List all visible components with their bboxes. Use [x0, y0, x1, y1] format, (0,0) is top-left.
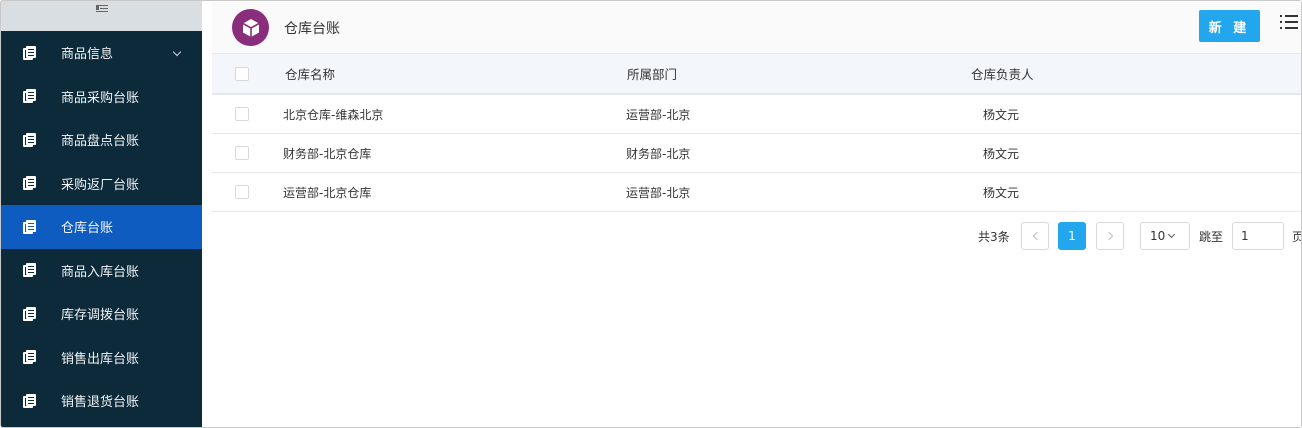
row-checkbox[interactable]: [235, 185, 249, 199]
document-icon: [23, 132, 36, 147]
sidebar-item-sales-return-ledger[interactable]: 销售退货台账: [1, 379, 202, 423]
column-header-manager[interactable]: 仓库负责人: [971, 54, 1034, 93]
sidebar-item-label: 商品盘点台账: [61, 134, 140, 150]
table-row[interactable]: 北京仓库-维森北京 运营部-北京 杨文元: [212, 95, 1301, 134]
table-row[interactable]: 运营部-北京仓库 运营部-北京 杨文元: [212, 173, 1301, 212]
new-button[interactable]: 新 建: [1199, 10, 1260, 42]
cell-manager: 杨文元: [983, 146, 1020, 161]
sidebar-item-label: 商品入库台账: [61, 264, 140, 280]
sidebar-item-label: 商品采购台账: [61, 90, 140, 106]
next-page-button[interactable]: [1096, 222, 1124, 250]
column-header-department[interactable]: 所属部门: [627, 54, 677, 93]
document-icon: [23, 45, 36, 60]
sidebar-item-label: 销售退货台账: [61, 395, 140, 411]
document-icon: [23, 263, 36, 278]
cell-manager: 杨文元: [983, 185, 1020, 200]
sidebar: 商品信息 商品采购台账 商品盘点台账 采购返厂台账 仓库台账 商品入库台账 库存…: [1, 1, 202, 427]
document-icon: [23, 219, 36, 234]
cell-warehouse-name: 运营部-北京仓库: [283, 185, 372, 200]
cell-warehouse-name: 财务部-北京仓库: [283, 146, 372, 161]
main-content: 仓库台账 新 建 仓库名称 所属部门 仓库负责人 北京仓库-维森北京 运营部-北…: [212, 1, 1301, 427]
cell-manager: 杨文元: [983, 107, 1020, 122]
list-view-icon[interactable]: [1280, 15, 1298, 29]
sidebar-item-product-info[interactable]: 商品信息: [1, 31, 202, 75]
sidebar-item-label: 销售出库台账: [61, 351, 140, 367]
warehouse-table: 仓库名称 所属部门 仓库负责人 北京仓库-维森北京 运营部-北京 杨文元 财务部…: [212, 54, 1301, 212]
row-checkbox[interactable]: [235, 146, 249, 160]
document-icon: [23, 393, 36, 408]
select-all-checkbox[interactable]: [235, 66, 249, 81]
page-header: 仓库台账 新 建: [212, 1, 1301, 54]
sidebar-item-outbound-ledger[interactable]: 销售出库台账: [1, 336, 202, 380]
menu-fold-icon[interactable]: [95, 4, 108, 14]
sidebar-item-label: 库存调拨台账: [61, 308, 140, 324]
chevron-down-icon: [1168, 230, 1176, 239]
cell-department: 运营部-北京: [626, 185, 691, 200]
sidebar-collapse-bar[interactable]: [1, 1, 202, 31]
document-icon: [23, 89, 36, 104]
column-header-name[interactable]: 仓库名称: [285, 54, 335, 93]
select-all-cell: [235, 54, 249, 93]
sidebar-item-inbound-ledger[interactable]: 商品入库台账: [1, 249, 202, 293]
document-icon: [23, 350, 36, 365]
sidebar-item-warehouse-ledger[interactable]: 仓库台账: [1, 205, 202, 249]
warehouse-logo-icon: [232, 9, 269, 46]
chevron-right-icon: [1104, 231, 1113, 241]
sidebar-item-return-ledger[interactable]: 采购返厂台账: [1, 162, 202, 206]
pagination: 共3条 1 10 跳至 页: [212, 220, 1301, 252]
total-count: 共3条: [978, 230, 1010, 244]
cell-department: 运营部-北京: [626, 107, 691, 122]
sidebar-item-transfer-ledger[interactable]: 库存调拨台账: [1, 292, 202, 336]
sidebar-item-purchase-ledger[interactable]: 商品采购台账: [1, 75, 202, 119]
jump-page-input[interactable]: [1232, 222, 1284, 250]
table-header: 仓库名称 所属部门 仓库负责人: [212, 54, 1301, 95]
page-button-current[interactable]: 1: [1058, 222, 1086, 250]
sidebar-item-label: 商品信息: [61, 47, 114, 63]
page-title: 仓库台账: [284, 21, 340, 37]
row-checkbox[interactable]: [235, 107, 249, 121]
page-size-select[interactable]: 10: [1140, 222, 1190, 250]
sidebar-item-label: 仓库台账: [61, 221, 114, 237]
app-window: 商品信息 商品采购台账 商品盘点台账 采购返厂台账 仓库台账 商品入库台账 库存…: [0, 0, 1302, 428]
page-size-value: 10: [1150, 229, 1166, 243]
row-select-cell: [235, 173, 249, 211]
sidebar-nav: 商品信息 商品采购台账 商品盘点台账 采购返厂台账 仓库台账 商品入库台账 库存…: [1, 31, 202, 423]
chevron-down-icon[interactable]: [172, 47, 182, 57]
row-select-cell: [235, 95, 249, 133]
chevron-left-icon: [1032, 231, 1041, 241]
row-select-cell: [235, 134, 249, 172]
sidebar-item-label: 采购返厂台账: [61, 177, 140, 193]
prev-page-button[interactable]: [1021, 222, 1049, 250]
document-icon: [23, 306, 36, 321]
document-icon: [23, 176, 36, 191]
jump-label: 跳至: [1199, 230, 1224, 244]
cell-department: 财务部-北京: [626, 146, 691, 161]
sidebar-item-stocktake-ledger[interactable]: 商品盘点台账: [1, 118, 202, 162]
table-row[interactable]: 财务部-北京仓库 财务部-北京 杨文元: [212, 134, 1301, 173]
cell-warehouse-name: 北京仓库-维森北京: [283, 107, 384, 122]
page-suffix: 页: [1292, 228, 1301, 245]
